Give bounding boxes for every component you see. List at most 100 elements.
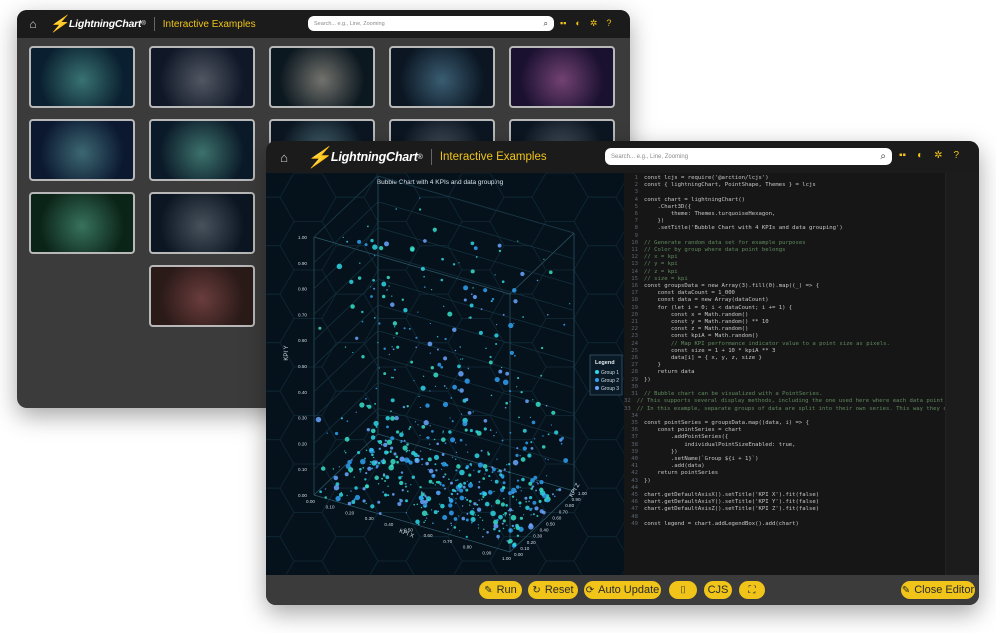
home-icon[interactable]: ⌂ bbox=[274, 150, 294, 165]
code-line[interactable]: 41 .add(data) bbox=[624, 463, 979, 470]
close-editor-button[interactable]: ✎ Close Editor bbox=[901, 581, 975, 599]
help-icon[interactable]: ? bbox=[606, 18, 611, 29]
thumbnail-spectrogram-3d[interactable] bbox=[29, 192, 135, 254]
code-line[interactable]: 45 chart.getDefaultAxisX().setTitle('KPI … bbox=[624, 492, 979, 499]
search-input[interactable]: Search... e.g., Line, Zooming ⌕ bbox=[605, 148, 892, 165]
code-line[interactable]: 12 // x = kpi bbox=[624, 254, 979, 261]
code-line[interactable]: 24 // Map KPI performance indicator valu… bbox=[624, 341, 979, 348]
legend-box[interactable]: Legend Group 1 Group 2 Group 3 bbox=[589, 354, 623, 396]
code-line[interactable]: 4 const chart = lightningChart() bbox=[624, 197, 979, 204]
code-line[interactable]: 40 .setName(`Group ${i + 1}`) bbox=[624, 456, 979, 463]
thumbnail-dashboard-spectrogram[interactable] bbox=[29, 119, 135, 181]
thumbnail-box-3d[interactable] bbox=[269, 46, 375, 108]
code-line[interactable]: 49 const legend = chart.addLegendBox().ad… bbox=[624, 521, 979, 528]
code-line[interactable]: 35 const pointSeries = groupsData.map((da… bbox=[624, 420, 979, 427]
code-line[interactable]: 19 for (let i = 0; i < dataCount; i += 1… bbox=[624, 305, 979, 312]
back-logo[interactable]: ⚡ LightningChart ® bbox=[49, 14, 146, 34]
code-line[interactable]: 17 const dataCount = 1_000 bbox=[624, 290, 979, 297]
screenshot-button[interactable]: ⌷ bbox=[669, 581, 697, 599]
code-line[interactable]: 22 const z = Math.random() bbox=[624, 326, 979, 333]
reset-button[interactable]: ↻ Reset bbox=[528, 581, 578, 599]
code-line[interactable]: 10 // Generate random data set for exampl… bbox=[624, 240, 979, 247]
code-line[interactable]: 43}) bbox=[624, 478, 979, 485]
settings-icon[interactable]: ✲ bbox=[590, 18, 598, 29]
code-line[interactable]: 46 chart.getDefaultAxisY().setTitle('KPI … bbox=[624, 499, 979, 506]
fullscreen-button[interactable]: ⛶ bbox=[739, 581, 765, 599]
view-toggle-icon[interactable]: ▪▪ bbox=[560, 18, 566, 29]
thumbnail-polar-circle[interactable] bbox=[149, 192, 255, 254]
bubble-point bbox=[498, 529, 501, 533]
code-line[interactable]: 44 bbox=[624, 485, 979, 492]
thumbnail-heatmap-surface[interactable] bbox=[509, 46, 615, 108]
legend-item-2[interactable]: Group 2 bbox=[601, 378, 619, 384]
code-line[interactable]: 26 data[i] = { x, y, z, size } bbox=[624, 355, 979, 362]
code-line[interactable]: 47 chart.getDefaultAxisZ().setTitle('KPI … bbox=[624, 506, 979, 513]
thumbnail-earth-heatmap[interactable] bbox=[149, 265, 255, 327]
code-line[interactable]: 13 // y = kpi bbox=[624, 261, 979, 268]
code-line[interactable]: 11 // Color by group where data point bel… bbox=[624, 247, 979, 254]
cjs-button[interactable]: CJS bbox=[704, 581, 732, 599]
code-line[interactable]: 9 bbox=[624, 233, 979, 240]
code-line[interactable]: 23 const kpiA = Math.random() bbox=[624, 333, 979, 340]
thumbnail-surface-3d[interactable] bbox=[389, 46, 495, 108]
code-line[interactable]: 3 bbox=[624, 189, 979, 196]
code-line[interactable]: 33 // In this example, separate groups of… bbox=[624, 406, 979, 413]
bubble-point bbox=[423, 492, 425, 494]
home-icon[interactable]: ⌂ bbox=[23, 17, 43, 31]
bubble-point bbox=[451, 420, 454, 423]
thumbnail-point-cloud-3d[interactable] bbox=[29, 46, 135, 108]
code-line[interactable]: 2 const { lightningChart, PointShape, The… bbox=[624, 182, 979, 189]
lightning-logo-icon: ⚡ bbox=[49, 16, 69, 33]
search-icon[interactable]: ⌕ bbox=[880, 151, 886, 162]
bubble-point bbox=[390, 436, 395, 441]
logo-registered: ® bbox=[141, 21, 146, 27]
bubble-point bbox=[506, 540, 509, 542]
code-line[interactable]: 28 return data bbox=[624, 369, 979, 376]
code-line[interactable]: 36 const pointSeries = chart bbox=[624, 427, 979, 434]
code-line[interactable]: 14 // z = kpi bbox=[624, 269, 979, 276]
code-line[interactable]: 21 const y = Math.random() ** 10 bbox=[624, 319, 979, 326]
code-line[interactable]: 7 }) bbox=[624, 218, 979, 225]
code-line[interactable]: 48 bbox=[624, 514, 979, 521]
bubble-point bbox=[469, 463, 472, 466]
code-line[interactable]: 27 } bbox=[624, 362, 979, 369]
front-logo[interactable]: ⚡ LightningChart ® bbox=[306, 145, 423, 170]
code-line[interactable]: 37 .addPointSeries({ bbox=[624, 434, 979, 441]
code-line[interactable]: 8 .setTitle('Bubble Chart with 4 KPIs an… bbox=[624, 225, 979, 232]
code-line[interactable]: 18 const data = new Array(dataCount) bbox=[624, 297, 979, 304]
theme-icon[interactable]: ◐ bbox=[575, 18, 580, 29]
code-line[interactable]: 42 return pointSeries bbox=[624, 470, 979, 477]
code-line[interactable]: 6 theme: Themes.turquoiseHexagon, bbox=[624, 211, 979, 218]
code-line[interactable]: 30 bbox=[624, 384, 979, 391]
help-icon[interactable]: ? bbox=[954, 150, 960, 161]
chart-preview[interactable]: Bubble Chart with 4 KPIs and data groupi… bbox=[266, 173, 624, 575]
search-input[interactable]: Search... e.g., Line, Zooming ⌕ bbox=[308, 16, 554, 31]
code-line[interactable]: 20 const x = Math.random() bbox=[624, 312, 979, 319]
bubble-point bbox=[483, 418, 488, 423]
code-line[interactable]: 5 .Chart3D({ bbox=[624, 204, 979, 211]
code-line[interactable]: 15 // size = kpi bbox=[624, 276, 979, 283]
legend-item-1[interactable]: Group 1 bbox=[601, 370, 619, 376]
bubble-point bbox=[360, 458, 366, 465]
code-minimap[interactable] bbox=[945, 173, 979, 575]
code-line[interactable]: 1 const lcjs = require('@arction/lcjs') bbox=[624, 175, 979, 182]
thumbnail-bar-3d-peak[interactable] bbox=[149, 119, 255, 181]
run-button[interactable]: ✎ Run bbox=[479, 581, 522, 599]
code-line[interactable]: 38 individualPointSizeEnabled: true, bbox=[624, 442, 979, 449]
code-line[interactable]: 32 // This supports several display metho… bbox=[624, 398, 979, 405]
auto-update-button[interactable]: ⟳ Auto Update bbox=[584, 581, 661, 599]
code-line[interactable]: 39 }) bbox=[624, 449, 979, 456]
code-editor[interactable]: 1 const lcjs = require('@arction/lcjs') 2 c… bbox=[624, 173, 979, 575]
code-line[interactable]: 34 bbox=[624, 413, 979, 420]
thumbnail-line-traces[interactable] bbox=[149, 46, 255, 108]
theme-icon[interactable]: ◐ bbox=[917, 150, 923, 161]
settings-icon[interactable]: ✲ bbox=[934, 150, 942, 161]
bubble-chart-3d[interactable]: Bubble Chart with 4 KPIs and data groupi… bbox=[266, 173, 624, 575]
view-toggle-icon[interactable]: ▪▪ bbox=[899, 150, 906, 161]
legend-item-3[interactable]: Group 3 bbox=[601, 386, 619, 392]
code-line[interactable]: 25 const size = 1 + 10 * kpiA ** 3 bbox=[624, 348, 979, 355]
code-line[interactable]: 29}) bbox=[624, 377, 979, 384]
code-line[interactable]: 16 const groupsData = new Array(3).fill(0… bbox=[624, 283, 979, 290]
code-line[interactable]: 31 // Bubble chart can be visualized with… bbox=[624, 391, 979, 398]
search-icon[interactable]: ⌕ bbox=[544, 19, 548, 29]
